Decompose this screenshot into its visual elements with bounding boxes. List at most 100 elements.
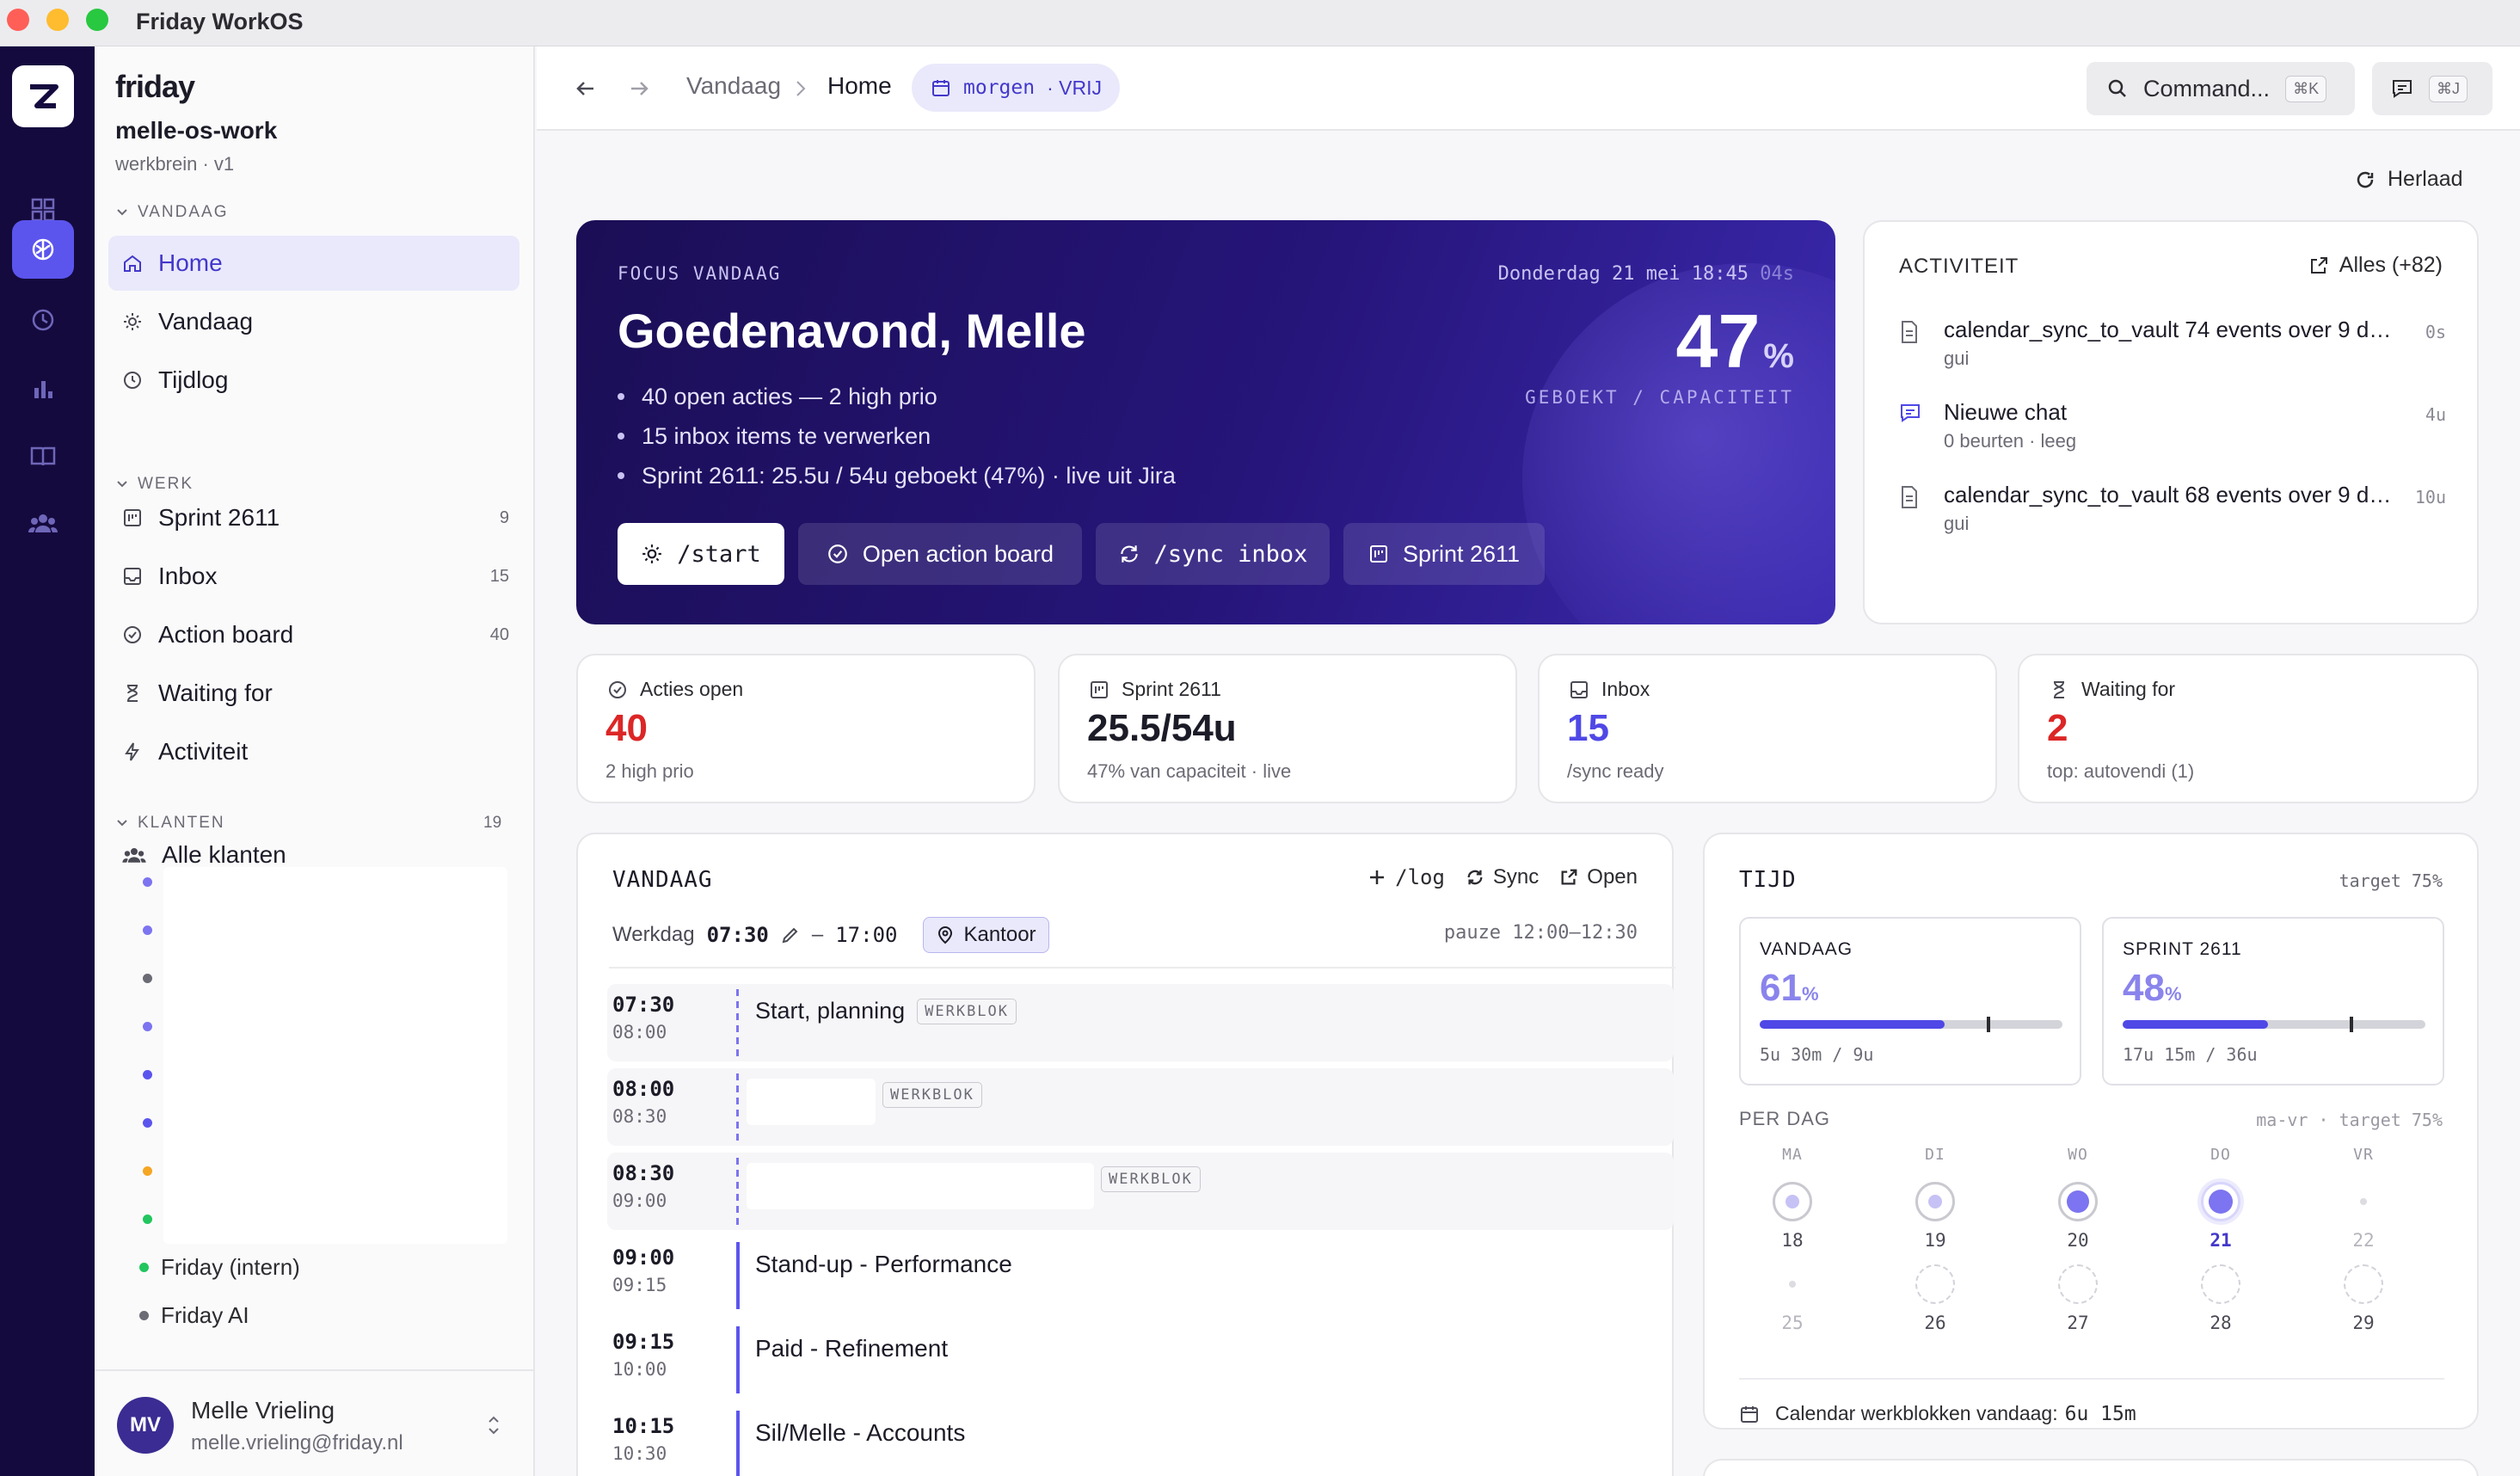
team-icon[interactable] (12, 494, 74, 552)
hero-bullet: Sprint 2611: 25.5u / 54u geboekt (47%) ·… (618, 456, 1176, 495)
sprint-button[interactable]: Sprint 2611 (1343, 523, 1545, 585)
sync-button[interactable]: Sync (1466, 865, 1539, 889)
day-indicator[interactable] (2344, 1182, 2383, 1221)
check-circle-icon (609, 680, 626, 698)
inbox-icon (124, 568, 141, 585)
schedule-slot[interactable]: 09:00 09:15 Stand-up - Performance (607, 1237, 1674, 1314)
sidebar-item-action-board[interactable]: Action board 40 (108, 607, 519, 662)
day-number: 28 (2210, 1313, 2232, 1333)
log-button[interactable]: /log (1368, 865, 1445, 889)
slot-start: 08:30 (612, 1161, 675, 1185)
breadcrumb-vandaag[interactable]: Vandaag (686, 72, 781, 100)
sidebar-item-tijdlog[interactable]: Tijdlog (108, 353, 519, 408)
workday-row: Werkdag 07:30 – 17:00 Kantoor (612, 917, 1049, 953)
client-item-friday-ai[interactable]: Friday AI (139, 1302, 249, 1329)
check-circle-icon (828, 544, 847, 563)
stat-card-waiting[interactable]: Waiting for 2 top: autovendi (1) (2018, 654, 2479, 803)
sidebar-item-inbox[interactable]: Inbox 15 (108, 549, 519, 604)
day-indicator[interactable] (1915, 1182, 1955, 1221)
document-icon (1902, 321, 1917, 343)
bar-chart-icon[interactable] (12, 360, 74, 418)
open-button[interactable]: Open (1559, 865, 1638, 889)
divider (609, 967, 1675, 969)
day-indicator[interactable] (1773, 1182, 1812, 1221)
schedule-slot[interactable]: 10:15 10:30 Sil/Melle - Accounts (607, 1405, 1674, 1476)
schedule-slot[interactable]: 09:15 10:00 Paid - Refinement (607, 1321, 1674, 1399)
sidebar-item-label: Sprint 2611 (158, 504, 280, 531)
sidebar-item-waiting-for[interactable]: Waiting for (108, 666, 519, 721)
sync-inbox-button[interactable]: /sync inbox (1096, 523, 1330, 585)
stat-card-sprint[interactable]: Sprint 2611 25.5/54u 47% van capaciteit … (1058, 654, 1517, 803)
gauge-unit: % (1801, 983, 1819, 1005)
slot-title: Stand-up - Performance (755, 1251, 1012, 1277)
stat-card-inbox[interactable]: Inbox 15 /sync ready (1538, 654, 1997, 803)
day-indicator[interactable] (2201, 1264, 2240, 1304)
document-icon (1902, 486, 1917, 508)
schedule-slot[interactable]: 08:30 09:00 WERKBLOK (607, 1153, 1674, 1230)
pencil-icon[interactable] (781, 926, 800, 944)
schedule-slot[interactable]: 07:30 08:00 Start, planning WERKBLOK (607, 984, 1674, 1061)
close-window-button[interactable] (7, 9, 29, 31)
workday-start[interactable]: 07:30 (707, 923, 769, 947)
schedule-slot[interactable]: 08:00 08:30 WERKBLOK (607, 1068, 1674, 1146)
day-indicator[interactable] (1915, 1264, 1955, 1304)
client-color-dot (143, 1118, 152, 1128)
book-icon[interactable] (12, 427, 74, 485)
sidebar-item-activiteit[interactable]: Activiteit (108, 724, 519, 779)
zoom-window-button[interactable] (86, 9, 108, 31)
workspace-name[interactable]: melle-os-work (115, 117, 277, 145)
tomorrow-status-pill[interactable]: morgen · VRIJ (912, 64, 1120, 112)
slot-redacted-title (747, 1079, 876, 1125)
day-indicator-today[interactable] (2201, 1182, 2240, 1221)
user-menu[interactable]: MV Melle Vrieling melle.vrieling@friday.… (95, 1369, 535, 1476)
section-vandaag[interactable]: VANDAAG (115, 203, 229, 222)
slot-bar (736, 989, 739, 1056)
gauge-track (1760, 1017, 2062, 1032)
calendar-footer: Calendar werkblokken vandaag: 6u 15m (1739, 1378, 2444, 1425)
slot-end: 09:15 (612, 1275, 667, 1295)
clock-icon[interactable] (12, 291, 74, 349)
gauge-number: 48 (2123, 967, 2165, 1009)
day-indicator[interactable] (2058, 1264, 2098, 1304)
day-indicator[interactable] (2058, 1182, 2098, 1221)
brain-icon[interactable] (12, 220, 74, 279)
stat-card-actions[interactable]: Acties open 40 2 high prio (576, 654, 1036, 803)
weekday-header: WO (2068, 1146, 2088, 1164)
slot-bar (736, 1158, 739, 1225)
day-indicator[interactable] (1773, 1264, 1812, 1304)
client-color-dot (143, 1215, 152, 1224)
forward-arrow-icon[interactable] (628, 77, 650, 100)
sun-icon (642, 544, 662, 563)
stat-value: 2 (2047, 707, 2068, 749)
gauge-number: 61 (1760, 967, 1802, 1009)
slot-event: WERKBLOK (1101, 1166, 1201, 1192)
chat-button[interactable]: ⌘J (2372, 62, 2492, 115)
sidebar-item-sprint[interactable]: Sprint 2611 9 (108, 490, 519, 545)
open-action-board-button[interactable]: Open action board (798, 523, 1082, 585)
location-pill[interactable]: Kantoor (923, 917, 1049, 953)
capacity-percent: 47% (1676, 298, 1794, 385)
gauge-today[interactable]: VANDAAG 61% 5u 30m / 9u (1739, 917, 2081, 1085)
slot-start: 09:00 (612, 1245, 675, 1270)
app-logo-icon[interactable] (12, 65, 74, 127)
activity-all-link[interactable]: Alles (+82) (2308, 253, 2443, 278)
hero-seconds: 04s (1760, 263, 1794, 285)
sidebar-item-home[interactable]: Home (108, 236, 519, 291)
command-label: Command... (2143, 75, 2271, 101)
gauge-sprint[interactable]: SPRINT 2611 48% 17u 15m / 36u (2102, 917, 2444, 1085)
day-indicator[interactable] (2344, 1264, 2383, 1304)
sidebar-item-vandaag[interactable]: Vandaag (108, 294, 519, 349)
command-palette-button[interactable]: Command... ⌘K (2087, 62, 2355, 115)
client-item-friday-intern[interactable]: Friday (intern) (139, 1254, 300, 1281)
hourglass-icon (127, 685, 138, 702)
stat-sub: 2 high prio (605, 760, 694, 782)
back-arrow-icon[interactable] (575, 77, 597, 100)
slot-event: Paid - Refinement (755, 1335, 948, 1362)
user-email: melle.vrieling@friday.nl (191, 1431, 403, 1454)
pill-status: · VRIJ (1047, 76, 1102, 99)
start-button[interactable]: /start (618, 523, 784, 585)
sidebar-item-label: Tijdlog (158, 366, 229, 393)
reload-button[interactable]: Herlaad (2355, 167, 2463, 192)
sidebar: friday melle-os-work werkbrein · v1 VAND… (95, 46, 535, 1476)
minimize-window-button[interactable] (46, 9, 69, 31)
